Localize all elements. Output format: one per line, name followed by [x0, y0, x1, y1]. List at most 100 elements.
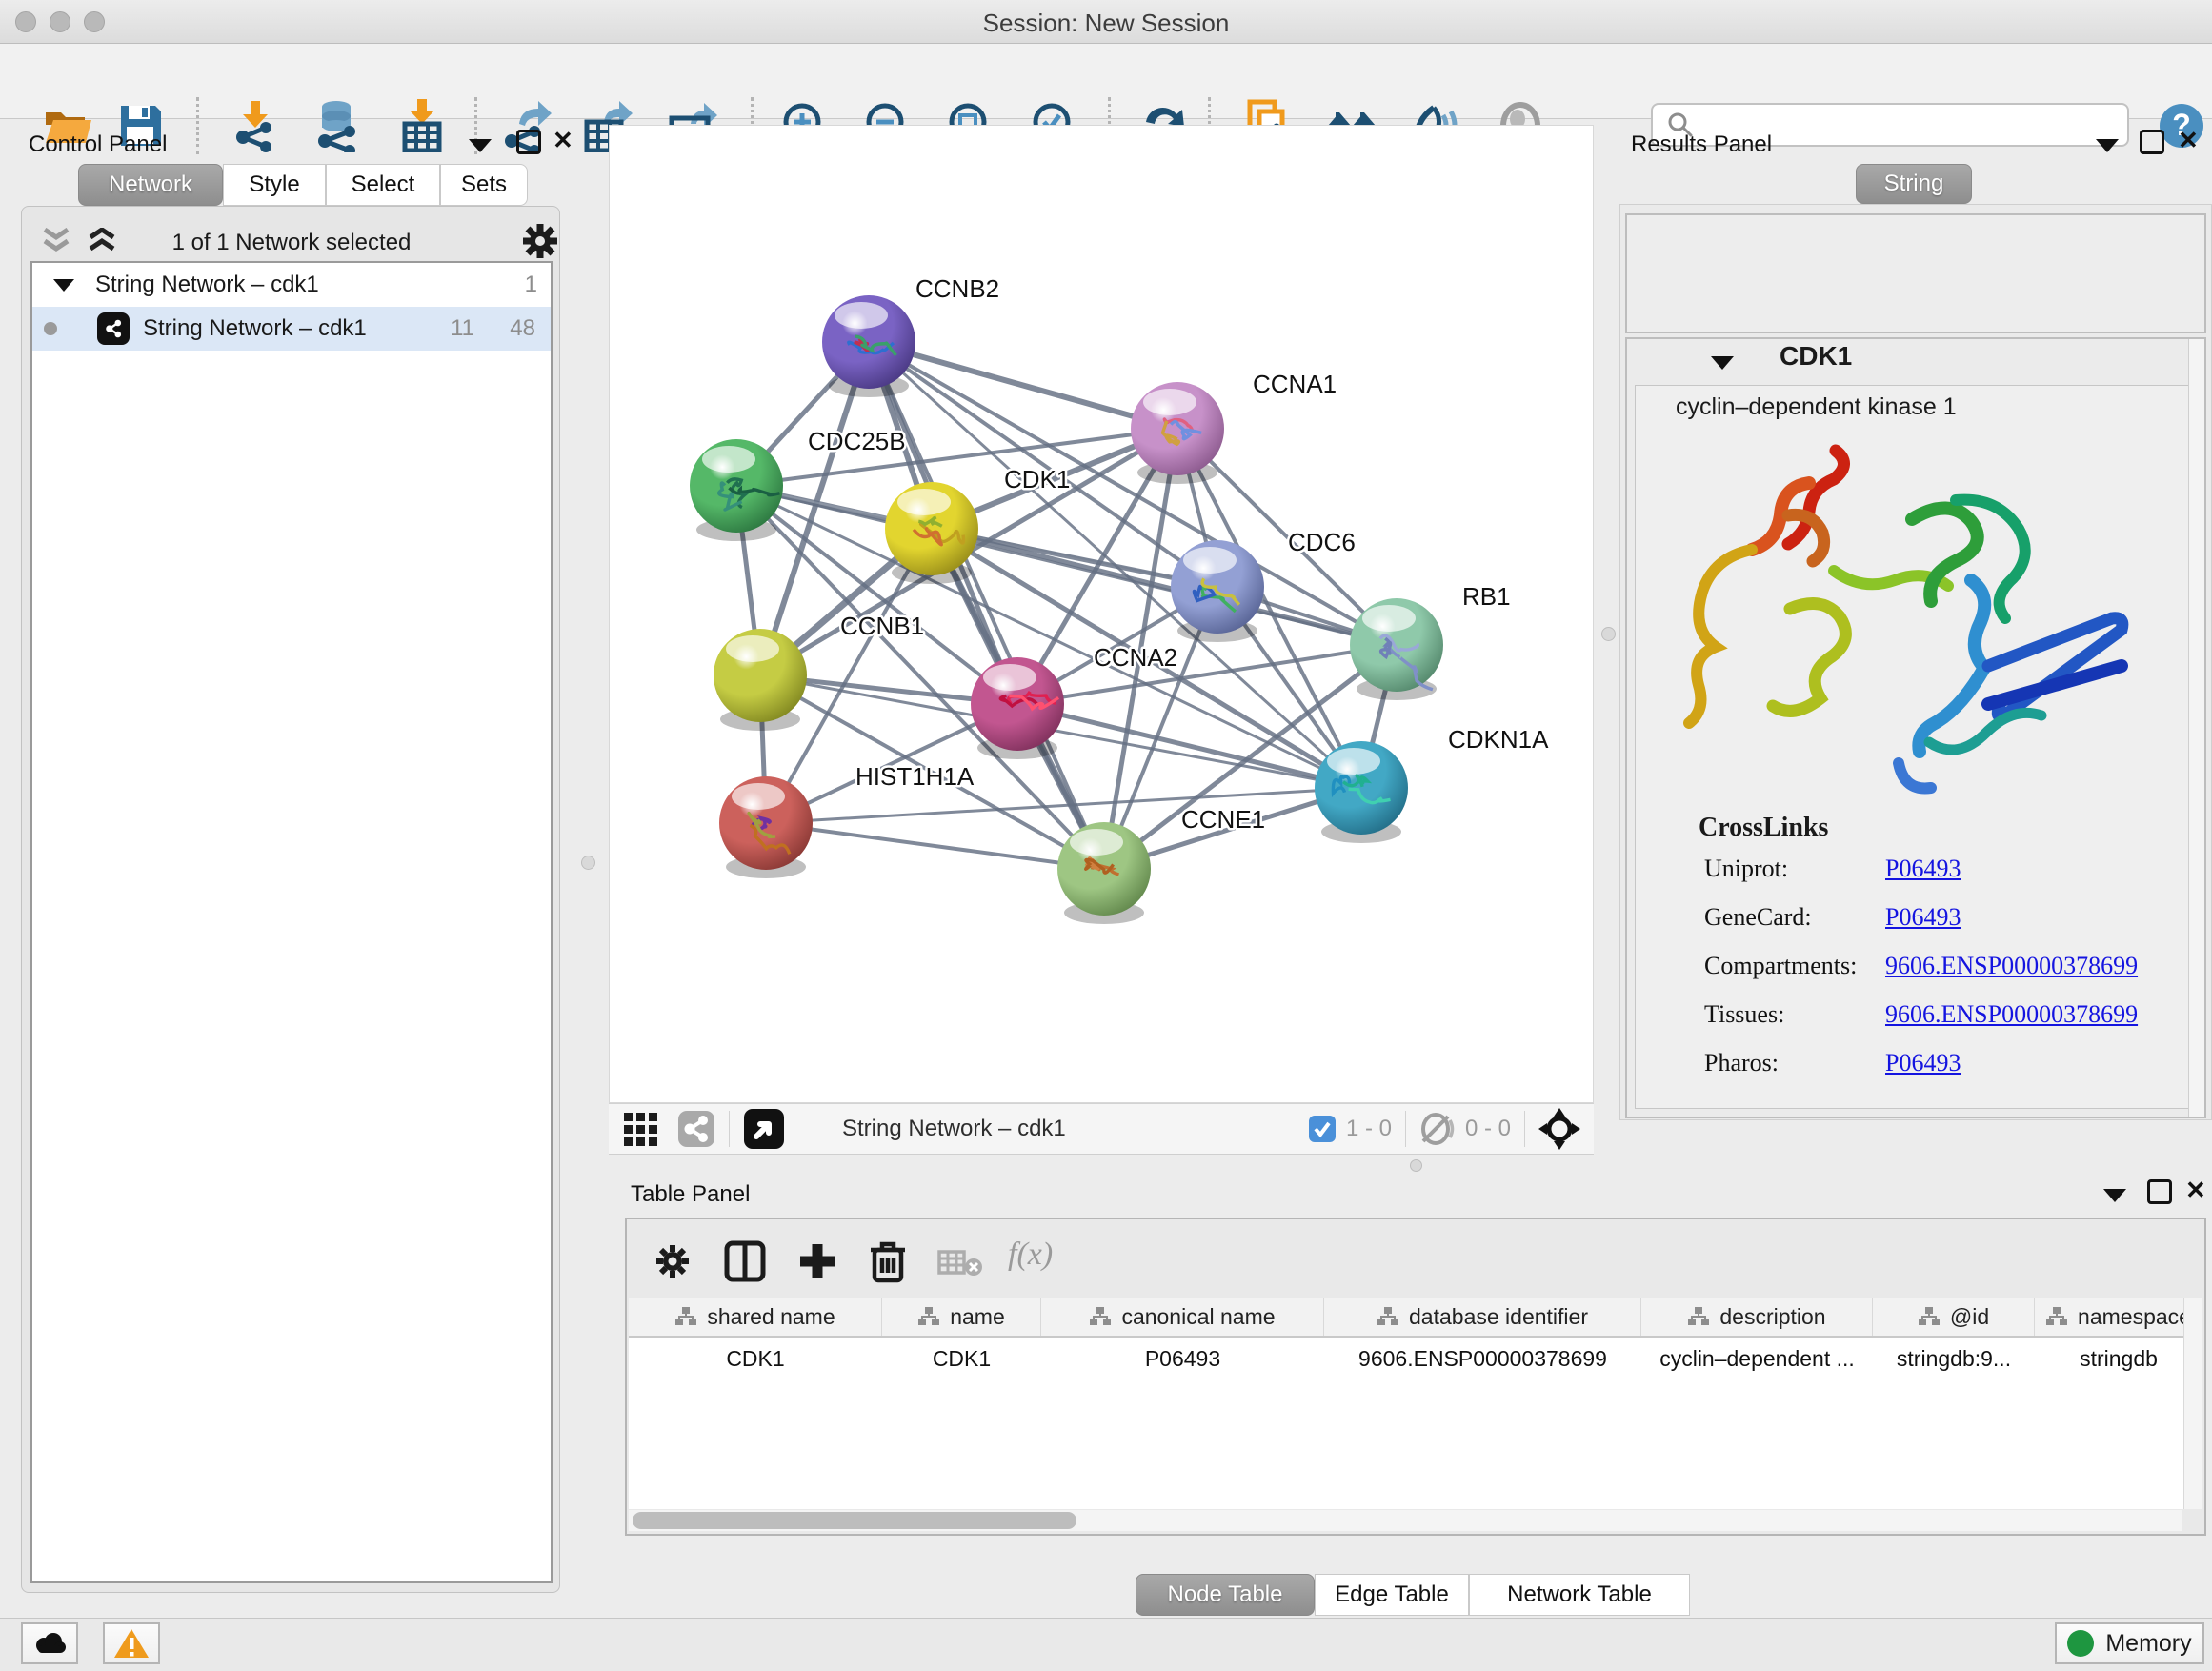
network-count: 1: [525, 272, 537, 298]
birdview-icon[interactable]: [743, 1108, 785, 1150]
left-splitter-handle[interactable]: [581, 856, 595, 870]
results-expand-collapse-box: Expand All Collapse All: [1625, 213, 2206, 333]
results-panel-float-icon[interactable]: [2096, 139, 2119, 152]
table-cell[interactable]: CDK1: [629, 1338, 882, 1379]
network-view[interactable]: CCNB2CCNA1CDC25BCDK1CDC6RB1CCNB1CCNA2CDK…: [609, 125, 1594, 1103]
tree-expand-icon[interactable]: [53, 279, 74, 292]
checkbox-icon[interactable]: [1308, 1115, 1337, 1143]
results-panel-close-icon[interactable]: ✕: [2178, 126, 2199, 155]
trash-icon[interactable]: [869, 1238, 907, 1284]
column-header-namespace[interactable]: namespace: [2035, 1298, 2202, 1336]
columns-icon[interactable]: [724, 1240, 766, 1282]
control-panel-title: Control Panel: [29, 131, 167, 158]
crosslink-link[interactable]: 9606.ENSP00000378699: [1885, 952, 2138, 980]
node-table[interactable]: shared name name canonical name database id…: [629, 1298, 2202, 1509]
table-vscrollbar[interactable]: [2183, 1298, 2202, 1509]
network-node-ccnb1[interactable]: [714, 629, 807, 731]
gene-collapse-icon[interactable]: [1711, 356, 1734, 370]
automation-button[interactable]: [21, 1622, 78, 1664]
control-panel-float-icon[interactable]: [469, 139, 492, 152]
network-node-cdc25b[interactable]: [690, 439, 783, 541]
crosslink-label: GeneCard:: [1704, 903, 1812, 932]
column-type-icon: [1687, 1306, 1710, 1327]
plus-icon[interactable]: [796, 1240, 838, 1282]
network-node-ccne1[interactable]: [1057, 822, 1151, 924]
table-cell[interactable]: CDK1: [882, 1338, 1041, 1379]
network-node-rb1[interactable]: [1350, 598, 1443, 700]
column-header-label: shared name: [707, 1304, 835, 1330]
memory-button[interactable]: Memory: [2055, 1622, 2204, 1664]
column-header-database-identifier[interactable]: database identifier: [1324, 1298, 1641, 1336]
network-graph[interactable]: CCNB2CCNA1CDC25BCDK1CDC6RB1CCNB1CCNA2CDK…: [610, 126, 1595, 1104]
network-node-ccnb2[interactable]: [822, 295, 915, 397]
column-header-description[interactable]: description: [1641, 1298, 1873, 1336]
crosslink-link[interactable]: P06493: [1885, 1049, 1961, 1077]
network-node-ccna1[interactable]: [1131, 382, 1224, 484]
node-count: 11: [451, 315, 474, 342]
tab-string[interactable]: String: [1856, 164, 1972, 204]
grid-icon[interactable]: [622, 1111, 658, 1147]
warnings-button[interactable]: [103, 1622, 160, 1664]
crosshair-icon[interactable]: [1538, 1108, 1580, 1150]
tab-sets[interactable]: Sets: [440, 164, 528, 206]
column-header-label: canonical name: [1121, 1304, 1275, 1330]
network-node-cdk1[interactable]: [885, 482, 978, 584]
network-collection-label: String Network – cdk1: [95, 272, 319, 298]
node-label-ccna2: CCNA2: [1094, 643, 1177, 672]
column-header-label: name: [950, 1304, 1005, 1330]
tab-network[interactable]: Network: [78, 164, 223, 206]
crosslink-link[interactable]: 9606.ENSP00000378699: [1885, 1000, 2138, 1029]
right-splitter-handle[interactable]: [1601, 627, 1616, 641]
column-header-name[interactable]: name: [882, 1298, 1041, 1336]
network-edge[interactable]: [766, 823, 1104, 869]
network-tree-row[interactable]: String Network – cdk1 1: [32, 263, 551, 307]
network-label: String Network – cdk1: [143, 315, 367, 342]
tab-select[interactable]: Select: [326, 164, 440, 206]
tab-style[interactable]: Style: [223, 164, 326, 206]
control-panel-maximize-icon[interactable]: [516, 130, 541, 154]
column-header-@id[interactable]: @id: [1873, 1298, 2035, 1336]
column-type-icon: [1089, 1306, 1112, 1327]
node-label-cdc25b: CDC25B: [808, 427, 906, 455]
tab-node-table[interactable]: Node Table: [1136, 1574, 1315, 1616]
table-panel-float-icon[interactable]: [2103, 1189, 2126, 1202]
gear-icon[interactable]: [654, 1242, 692, 1280]
results-panel-maximize-icon[interactable]: [2140, 130, 2164, 154]
table-panel-maximize-icon[interactable]: [2147, 1179, 2172, 1204]
edge-count: 48: [510, 315, 535, 342]
gear-icon[interactable]: [521, 222, 559, 260]
column-header-shared-name[interactable]: shared name: [629, 1298, 882, 1336]
table-panel-close-icon[interactable]: ✕: [2185, 1176, 2206, 1205]
column-type-icon: [917, 1306, 940, 1327]
crosslink-link[interactable]: P06493: [1885, 903, 1961, 932]
column-header-label: database identifier: [1409, 1304, 1588, 1330]
control-panel-close-icon[interactable]: ✕: [553, 126, 573, 155]
window-title: Session: New Session: [0, 9, 2212, 38]
table-row[interactable]: CDK1CDK1P064939606.ENSP00000378699cyclin…: [629, 1338, 2202, 1379]
network-node-hist1h1a[interactable]: [719, 776, 813, 878]
crosslinks-title: CrossLinks: [1699, 813, 1828, 843]
crosslink-link[interactable]: P06493: [1885, 855, 1961, 883]
network-status-dot: [44, 322, 57, 335]
column-header-canonical-name[interactable]: canonical name: [1041, 1298, 1324, 1336]
network-tree-row[interactable]: String Network – cdk1 11 48: [32, 307, 551, 351]
node-label-ccnb2: CCNB2: [915, 274, 999, 303]
gene-details: cyclin–dependent kinase 1 CrossLinks Uni…: [1635, 385, 2191, 1109]
table-hscrollbar-thumb[interactable]: [633, 1512, 1076, 1529]
table-cell[interactable]: P06493: [1041, 1338, 1324, 1379]
tab-network-table[interactable]: Network Table: [1469, 1574, 1690, 1616]
results-scrollbar[interactable]: [2188, 339, 2204, 1117]
node-label-rb1: RB1: [1462, 582, 1511, 611]
node-label-ccne1: CCNE1: [1181, 805, 1265, 834]
table-cell[interactable]: cyclin–dependent ...: [1641, 1338, 1873, 1379]
table-cell[interactable]: stringdb:9...: [1873, 1338, 2035, 1379]
network-node-ccna2[interactable]: [971, 657, 1064, 759]
network-node-cdkn1a[interactable]: [1315, 741, 1408, 843]
table-cell[interactable]: 9606.ENSP00000378699: [1324, 1338, 1641, 1379]
column-type-icon: [2045, 1306, 2068, 1327]
tab-edge-table[interactable]: Edge Table: [1315, 1574, 1469, 1616]
network-node-cdc6[interactable]: [1171, 540, 1264, 642]
bottom-splitter-handle[interactable]: [1410, 1159, 1422, 1172]
table-cell[interactable]: stringdb: [2035, 1338, 2202, 1379]
share-icon[interactable]: [677, 1110, 715, 1148]
